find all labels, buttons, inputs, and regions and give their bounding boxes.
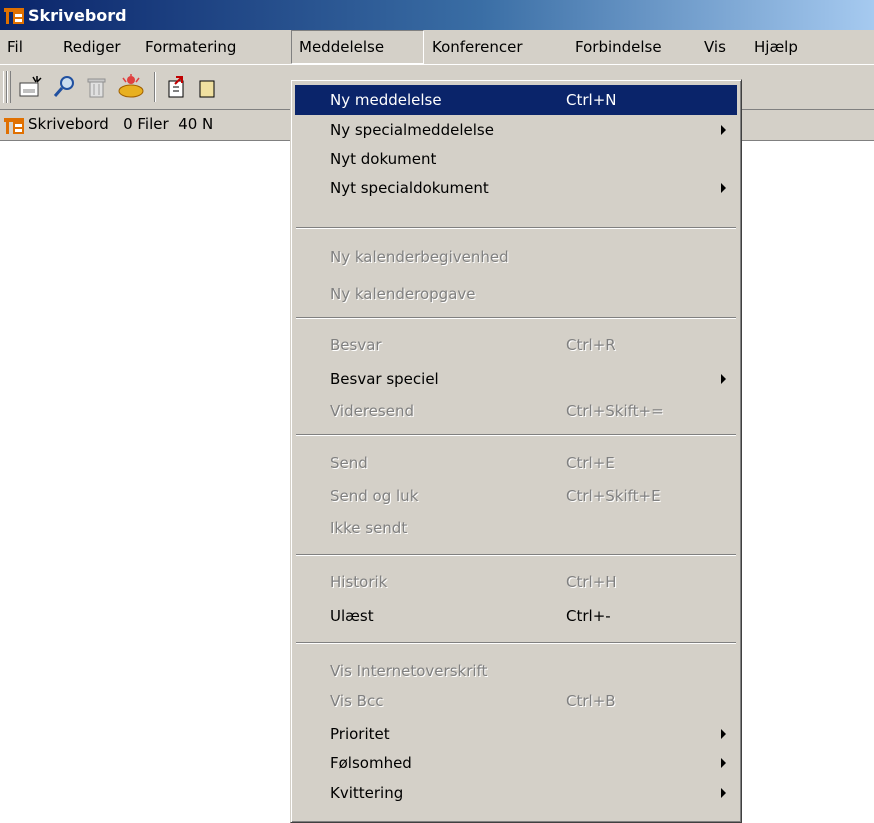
menu-item-shortcut: Ctrl+Skift+E	[566, 487, 661, 505]
meddelelse-dropdown-menu: Ny meddelelse Ctrl+N Ny specialmeddelels…	[290, 79, 742, 823]
menu-formatering[interactable]: Formatering	[138, 30, 243, 64]
menu-item-label: Vis Bcc	[330, 692, 384, 710]
menu-item-ny-kalenderbegivenhed[interactable]: Ny kalenderbegivenhed	[295, 242, 737, 272]
reply-icon[interactable]	[164, 74, 190, 100]
submenu-arrow-icon	[721, 374, 726, 384]
menu-item-label: Ny kalenderbegivenhed	[330, 248, 509, 266]
menu-item-shortcut: Ctrl+-	[566, 607, 611, 625]
menu-item-ulaest[interactable]: Ulæst Ctrl+-	[295, 601, 737, 631]
menu-item-label: Nyt specialdokument	[330, 179, 489, 197]
menu-item-shortcut: Ctrl+R	[566, 336, 616, 354]
trash-icon[interactable]	[84, 74, 110, 100]
menu-separator	[296, 642, 736, 644]
menu-separator	[296, 317, 736, 319]
menu-konferencer[interactable]: Konferencer	[425, 30, 530, 64]
menu-item-prioritet[interactable]: Prioritet	[295, 719, 737, 749]
menu-item-shortcut: Ctrl+H	[566, 573, 617, 591]
menu-item-ny-kalenderopgave[interactable]: Ny kalenderopgave	[295, 279, 737, 309]
submenu-arrow-icon	[721, 125, 726, 135]
menu-item-send-og-luk[interactable]: Send og luk Ctrl+Skift+E	[295, 481, 737, 511]
menu-item-label: Ny specialmeddelelse	[330, 121, 494, 139]
menu-item-ny-specialmeddelelse[interactable]: Ny specialmeddelelse	[295, 115, 737, 145]
window-title: Skrivebord	[28, 6, 127, 25]
menu-item-label: Besvar	[330, 336, 382, 354]
menu-item-label: Kvittering	[330, 784, 404, 802]
menu-item-vis-bcc[interactable]: Vis Bcc Ctrl+B	[295, 686, 737, 716]
toolbar-separator	[154, 72, 156, 102]
menu-item-shortcut: Ctrl+N	[566, 91, 617, 109]
menu-item-foelsomhed[interactable]: Følsomhed	[295, 748, 737, 778]
menu-fil[interactable]: Fil	[0, 30, 30, 64]
menu-item-shortcut: Ctrl+Skift+=	[566, 402, 664, 420]
menu-item-label: Ikke sendt	[330, 519, 408, 537]
menu-item-historik[interactable]: Historik Ctrl+H	[295, 567, 737, 597]
menu-item-label: Besvar speciel	[330, 370, 439, 388]
menu-item-label: Ulæst	[330, 607, 374, 625]
menu-item-send[interactable]: Send Ctrl+E	[295, 448, 737, 478]
menu-item-shortcut: Ctrl+E	[566, 454, 615, 472]
menu-item-label: Videresend	[330, 402, 414, 420]
menu-rediger[interactable]: Rediger	[56, 30, 128, 64]
folder-path-text: Skrivebord 0 Filer 40 N	[28, 115, 214, 133]
submenu-arrow-icon	[721, 788, 726, 798]
menu-item-label: Ny meddelelse	[330, 91, 442, 109]
submenu-arrow-icon	[721, 758, 726, 768]
menu-item-shortcut: Ctrl+B	[566, 692, 616, 710]
toolbar-grip-2[interactable]	[7, 71, 11, 103]
new-message-icon[interactable]	[17, 74, 43, 100]
menu-item-label: Følsomhed	[330, 754, 412, 772]
menu-item-ny-meddelelse[interactable]: Ny meddelelse Ctrl+N	[295, 85, 737, 115]
menu-item-videresend[interactable]: Videresend Ctrl+Skift+=	[295, 396, 737, 426]
submenu-arrow-icon	[721, 729, 726, 739]
menu-vis[interactable]: Vis	[697, 30, 733, 64]
search-icon[interactable]	[51, 74, 77, 100]
menu-item-kvittering[interactable]: Kvittering	[295, 778, 737, 808]
menu-item-vis-internetoverskrift[interactable]: Vis Internetoverskrift	[295, 656, 737, 686]
desktop-icon	[4, 6, 24, 28]
partial-toolbar-icon[interactable]	[196, 74, 222, 100]
menu-item-label: Nyt dokument	[330, 150, 437, 168]
keys-icon[interactable]	[117, 74, 144, 100]
menu-item-label: Prioritet	[330, 725, 390, 743]
menu-item-label: Send og luk	[330, 487, 419, 505]
menu-separator	[296, 554, 736, 556]
menu-separator	[296, 434, 736, 436]
menu-item-ikke-sendt[interactable]: Ikke sendt	[295, 513, 737, 543]
menu-forbindelse[interactable]: Forbindelse	[568, 30, 669, 64]
desktop-icon	[4, 116, 24, 138]
menu-item-label: Historik	[330, 573, 388, 591]
menu-item-nyt-dokument[interactable]: Nyt dokument	[295, 144, 737, 174]
menu-item-label: Ny kalenderopgave	[330, 285, 476, 303]
menu-bar: Fil Rediger Formatering Meddelelse Konfe…	[0, 30, 874, 65]
menu-item-besvar-speciel[interactable]: Besvar speciel	[295, 364, 737, 394]
menu-item-nyt-specialdokument[interactable]: Nyt specialdokument	[295, 173, 737, 203]
menu-meddelelse[interactable]: Meddelelse	[291, 30, 424, 64]
title-bar: Skrivebord	[0, 0, 874, 30]
menu-separator	[296, 227, 736, 229]
menu-hjaelp[interactable]: Hjælp	[747, 30, 805, 64]
menu-item-besvar[interactable]: Besvar Ctrl+R	[295, 330, 737, 360]
submenu-arrow-icon	[721, 183, 726, 193]
menu-item-label: Send	[330, 454, 368, 472]
menu-item-label: Vis Internetoverskrift	[330, 662, 488, 680]
